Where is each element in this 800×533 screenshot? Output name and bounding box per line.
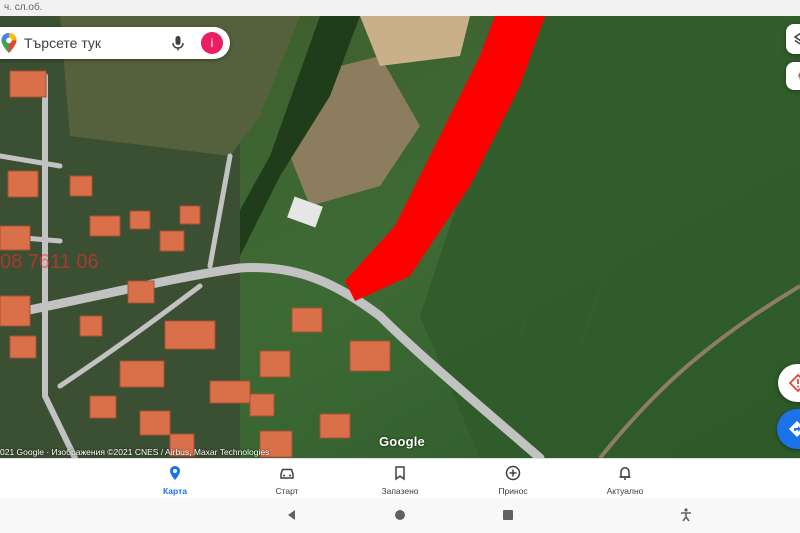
status-bar: ч. сл.об. [0,0,800,16]
accessibility-icon[interactable] [678,507,694,523]
status-bar-text: ч. сл.об. [4,2,43,13]
satellite-map[interactable]: 08 7611 06 [0,16,800,458]
nav-item-contribute[interactable]: Принос [473,459,553,499]
microphone-icon[interactable] [169,34,187,52]
map-attribution[interactable]: 021 Google · Изображения ©2021 CNES / Ai… [0,447,269,457]
google-logo: Google [379,434,425,449]
back-icon[interactable] [284,507,300,523]
recents-icon[interactable] [500,507,516,523]
nav-label: Актуално [606,486,644,496]
alert-icon [789,374,800,392]
bottom-navigation: Карта Старт Запазено Принос Актуално [0,458,800,498]
add-circle-icon [505,465,521,481]
layers-button[interactable] [786,24,800,54]
nav-label: Старт [275,486,299,496]
home-icon[interactable] [392,507,408,523]
watermark-text: 08 7611 06 [0,251,99,273]
nav-item-updates[interactable]: Актуално [585,459,665,499]
bookmark-icon [395,466,405,481]
search-bar[interactable]: Търсете тук i [0,27,230,59]
location-pin-icon [170,466,180,480]
car-icon [280,468,294,479]
map-imagery: 08 7611 06 [0,16,800,458]
avatar[interactable]: i [201,32,223,54]
nav-item-start[interactable]: Старт [247,459,327,499]
search-input[interactable]: Търсете тук [24,35,169,51]
nav-item-saved[interactable]: Запазено [360,459,440,499]
google-maps-pin-icon [1,33,17,53]
nav-label: Запазено [381,486,419,496]
compass-button[interactable] [786,62,800,90]
compass-icon [798,72,800,80]
system-navigation-bar [0,498,800,533]
nav-label: Принос [498,486,528,496]
nav-label: Карта [163,486,187,496]
directions-icon [789,421,800,437]
layers-icon [793,32,800,45]
nav-item-map[interactable]: Карта [135,459,215,499]
bell-icon [619,467,631,480]
